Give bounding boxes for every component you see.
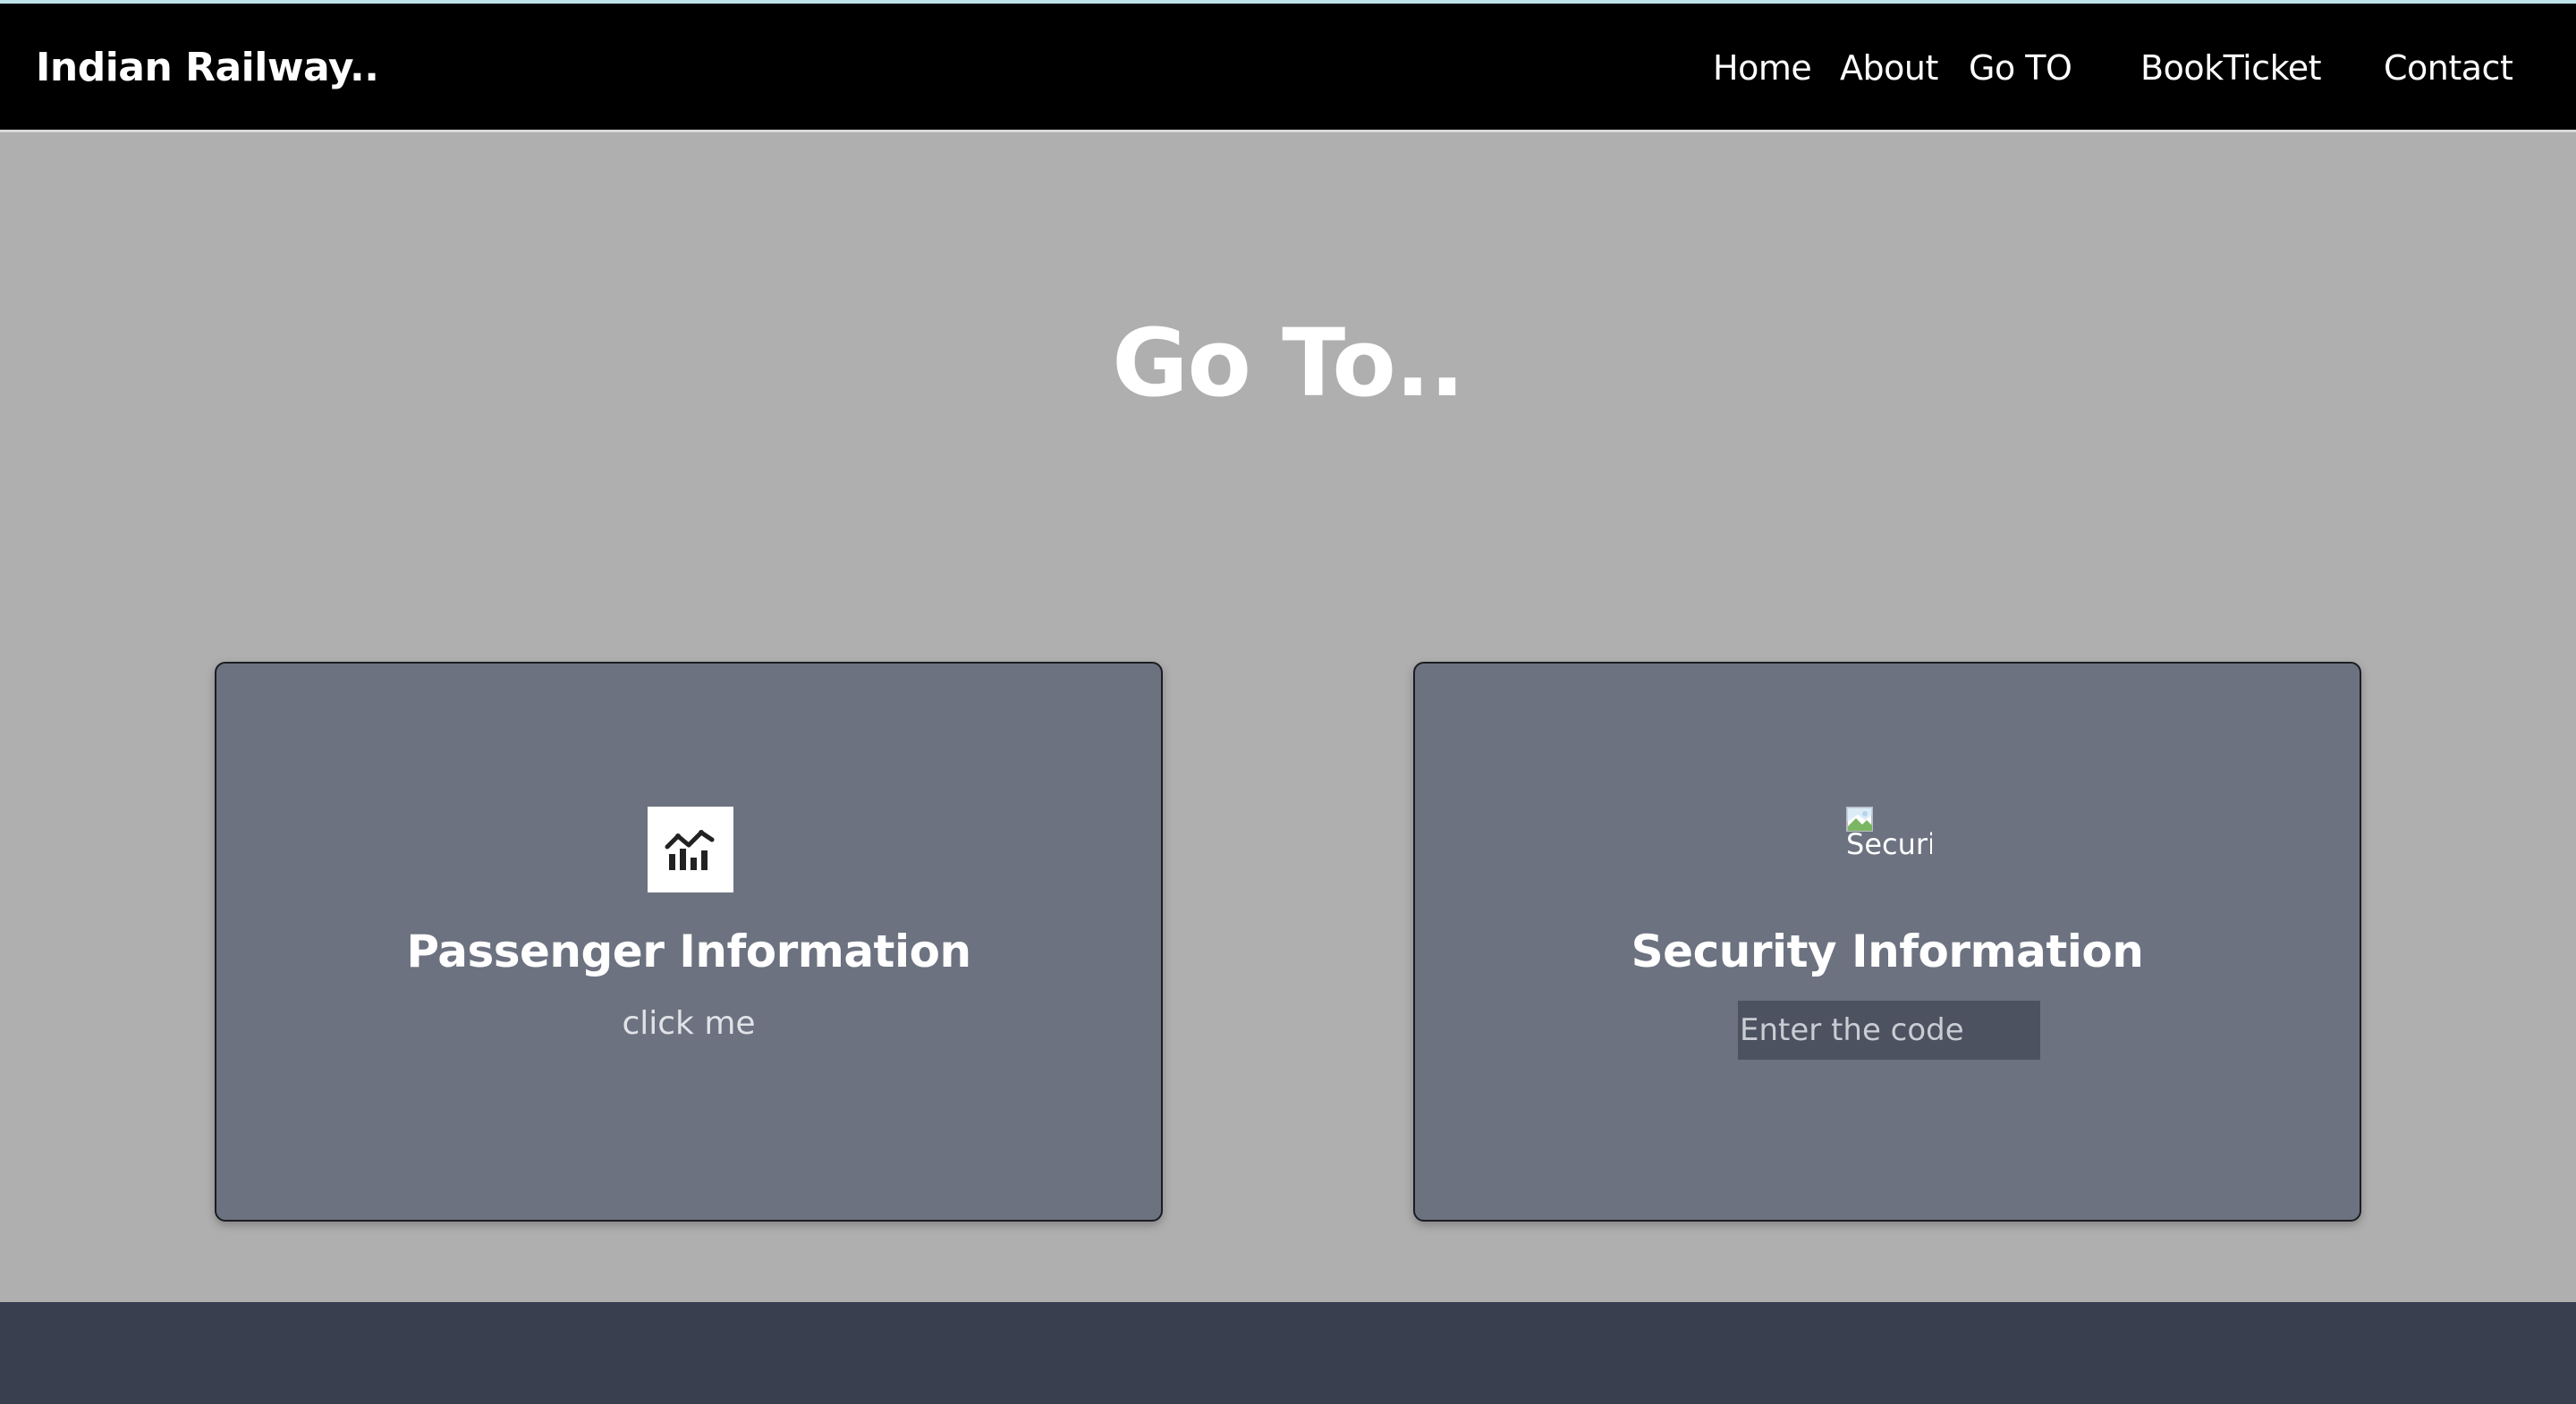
bar-chart-trend-icon[interactable] (648, 807, 733, 892)
footer (0, 1302, 2576, 1404)
nav-link-go-to[interactable]: Go TO (1969, 41, 2072, 95)
passenger-info-card[interactable]: Passenger Information click me (215, 662, 1163, 1222)
passenger-info-title: Passenger Information (406, 926, 971, 977)
site-brand[interactable]: Indian Railway.. (36, 41, 379, 95)
nav-link-home[interactable]: Home (1713, 41, 1812, 95)
click-me-link[interactable]: click me (216, 1002, 1161, 1046)
nav-link-book-ticket[interactable]: BookTicket (2140, 41, 2322, 95)
main-content: Go To.. Passenger Information click me S… (0, 135, 2576, 1302)
image-alt-text: Securit (1846, 827, 1932, 861)
security-info-card: Securit Security Information (1413, 662, 2361, 1222)
security-info-title: Security Information (1631, 926, 2144, 977)
broken-image-icon: Securit (1846, 807, 1932, 892)
navbar: Indian Railway.. Home About Go TO BookTi… (0, 4, 2576, 132)
nav-link-contact[interactable]: Contact (2384, 41, 2513, 95)
security-code-input[interactable] (1738, 1001, 2040, 1060)
page-title: Go To.. (1112, 309, 1465, 418)
nav-link-about[interactable]: About (1840, 41, 1938, 95)
